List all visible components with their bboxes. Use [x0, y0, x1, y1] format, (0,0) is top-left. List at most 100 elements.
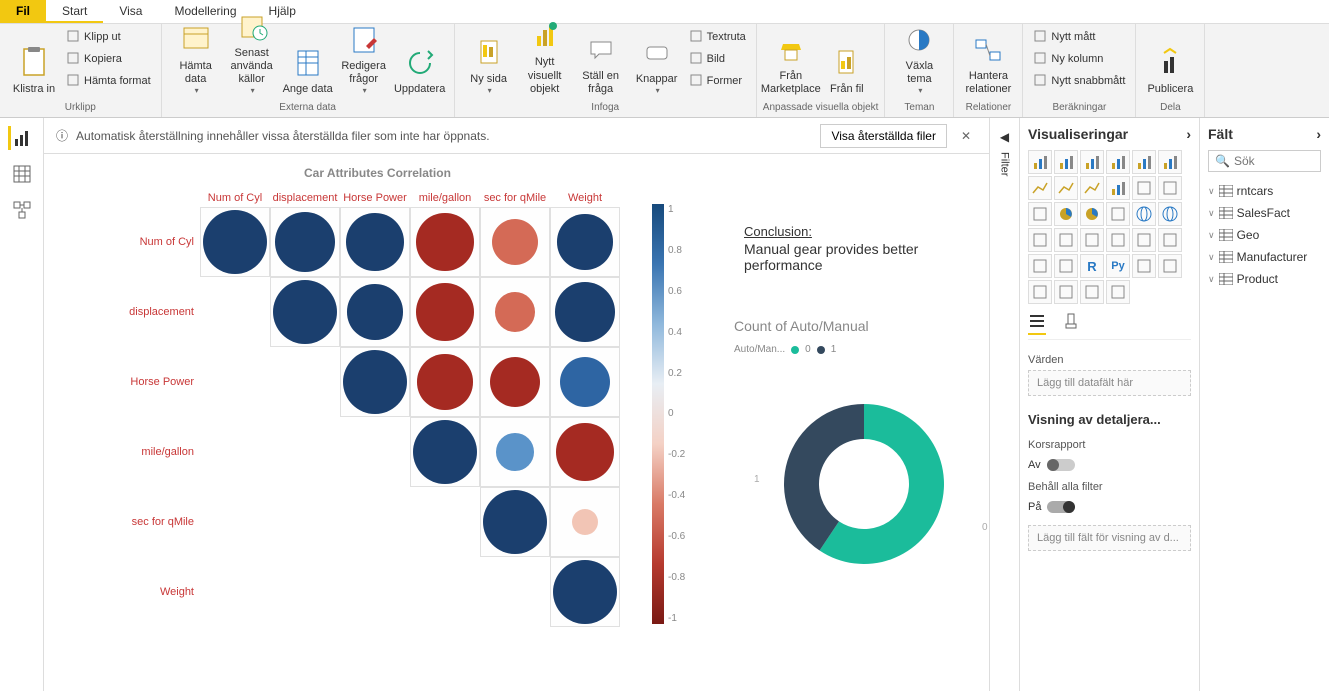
viz-type-pie[interactable]	[1054, 202, 1078, 226]
field-table-geo[interactable]: ∨Geo	[1208, 224, 1321, 246]
viz-type-qna[interactable]	[1028, 280, 1052, 304]
viz-type-waterfall[interactable]	[1158, 176, 1182, 200]
filter-pane-collapsed[interactable]: ◀ Filter	[989, 118, 1019, 691]
corr-cell[interactable]	[480, 207, 550, 277]
viz-type-bar-h[interactable]	[1054, 150, 1078, 174]
ribbon-button[interactable]: Hantera relationer	[960, 26, 1016, 98]
corr-cell[interactable]	[410, 347, 480, 417]
field-table-rntcars[interactable]: ∨rntcars	[1208, 180, 1321, 202]
viz-type-power-apps[interactable]	[1080, 280, 1104, 304]
viz-type-table[interactable]	[1028, 254, 1052, 278]
corr-cell[interactable]	[480, 417, 550, 487]
corr-cell[interactable]	[550, 557, 620, 627]
ribbon-button-small[interactable]: Hämta format	[62, 70, 155, 92]
corr-cell[interactable]	[550, 277, 620, 347]
viz-type-bar-stack[interactable]	[1106, 150, 1130, 174]
fields-search-input[interactable]	[1234, 154, 1314, 168]
viz-panel-collapse-icon[interactable]: ›	[1186, 126, 1191, 142]
viz-type-bar-group[interactable]	[1080, 150, 1104, 174]
corr-cell[interactable]	[480, 347, 550, 417]
viz-type-paginated[interactable]	[1054, 280, 1078, 304]
viz-type-card[interactable]	[1080, 228, 1104, 252]
fields-search-box[interactable]: 🔍	[1208, 150, 1321, 172]
ribbon-button[interactable]: Ställ en fråga	[573, 26, 629, 98]
ribbon-button-small[interactable]: Nytt snabbmått	[1029, 70, 1129, 92]
field-table-manufacturer[interactable]: ∨Manufacturer	[1208, 246, 1321, 268]
viz-type-custom[interactable]	[1106, 280, 1130, 304]
viz-type-ribbon-chart[interactable]	[1132, 176, 1156, 200]
corr-cell[interactable]	[550, 207, 620, 277]
show-restored-files-button[interactable]: Visa återställda filer	[820, 124, 947, 148]
viz-type-map-fill[interactable]	[1132, 202, 1156, 226]
corr-cell[interactable]	[550, 487, 620, 557]
ribbon-button[interactable]: Publicera	[1142, 26, 1198, 98]
corr-cell[interactable]	[410, 207, 480, 277]
viz-type-line[interactable]	[1028, 176, 1052, 200]
viz-type-slicer[interactable]	[1158, 228, 1182, 252]
viz-type-kpi[interactable]	[1132, 228, 1156, 252]
fields-tab-icon[interactable]	[1028, 312, 1046, 335]
report-canvas[interactable]: Car Attributes Correlation Num of Cyldis…	[44, 154, 989, 691]
corr-cell[interactable]	[270, 277, 340, 347]
corr-cell[interactable]	[410, 277, 480, 347]
ribbon-button-small[interactable]: Textruta	[685, 26, 750, 48]
viz-type-col-cluster[interactable]	[1158, 150, 1182, 174]
data-view-icon[interactable]	[10, 162, 34, 186]
corr-cell[interactable]	[340, 207, 410, 277]
viz-type-key-influencer[interactable]	[1132, 254, 1156, 278]
format-tab-icon[interactable]	[1062, 312, 1080, 335]
viz-type-decomposition[interactable]	[1158, 254, 1182, 278]
viz-type-bar-v[interactable]	[1028, 150, 1052, 174]
corr-cell[interactable]	[480, 277, 550, 347]
values-field-well[interactable]: Lägg till datafält här	[1028, 370, 1191, 396]
ribbon-button-small[interactable]: Ny kolumn	[1029, 48, 1129, 70]
viz-type-area-stack[interactable]	[1080, 176, 1104, 200]
viz-type-bar-100[interactable]	[1132, 150, 1156, 174]
corr-cell[interactable]	[200, 207, 270, 277]
corr-cell[interactable]	[340, 347, 410, 417]
viz-type-scatter[interactable]	[1028, 202, 1052, 226]
ribbon-button-small[interactable]: Nytt mått	[1029, 26, 1129, 48]
viz-type-globe[interactable]	[1158, 202, 1182, 226]
viz-type-py[interactable]: Py	[1106, 254, 1130, 278]
report-view-icon[interactable]	[8, 126, 32, 150]
ribbon-button[interactable]: Ange data	[280, 26, 336, 98]
cross-report-toggle[interactable]	[1047, 459, 1075, 471]
viz-type-gauge[interactable]	[1054, 228, 1078, 252]
ribbon-button[interactable]: Från Marketplace	[763, 26, 819, 98]
corr-cell[interactable]	[270, 207, 340, 277]
model-view-icon[interactable]	[10, 198, 34, 222]
ribbon-button[interactable]: Uppdatera	[392, 26, 448, 98]
filter-expand-icon[interactable]: ◀	[1000, 130, 1009, 144]
viz-type-matrix[interactable]	[1054, 254, 1078, 278]
fields-panel-collapse-icon[interactable]: ›	[1316, 126, 1321, 142]
correlation-matrix[interactable]: Num of CyldisplacementHorse Powermile/ga…	[120, 192, 620, 627]
ribbon-button[interactable]: Nytt visuellt objekt	[517, 26, 573, 98]
ribbon-button[interactable]: Från fil	[819, 26, 875, 98]
corr-cell[interactable]	[340, 277, 410, 347]
ribbon-button[interactable]: Senast använda källor▾	[224, 26, 280, 98]
field-table-product[interactable]: ∨Product	[1208, 268, 1321, 290]
viz-type-r[interactable]: R	[1080, 254, 1104, 278]
donut-chart[interactable]	[764, 394, 984, 597]
menu-tab-start[interactable]: Start	[46, 0, 103, 23]
viz-type-multi-card[interactable]	[1106, 228, 1130, 252]
viz-type-line-col[interactable]	[1106, 176, 1130, 200]
ribbon-button[interactable]: Hämta data▾	[168, 26, 224, 98]
corr-cell[interactable]	[550, 417, 620, 487]
ribbon-button[interactable]: Växla tema▾	[891, 26, 947, 98]
viz-type-donut[interactable]	[1080, 202, 1104, 226]
drill-field-well[interactable]: Lägg till fält för visning av d...	[1028, 525, 1191, 551]
corr-cell[interactable]	[550, 347, 620, 417]
ribbon-button[interactable]: Knappar▾	[629, 26, 685, 98]
viz-type-tree[interactable]	[1106, 202, 1130, 226]
conclusion-text-box[interactable]: Conclusion: Manual gear provides better …	[744, 224, 944, 273]
corr-cell[interactable]	[480, 487, 550, 557]
menu-tab-visa[interactable]: Visa	[103, 0, 158, 23]
ribbon-button-small[interactable]: Kopiera	[62, 48, 155, 70]
file-tab[interactable]: Fil	[0, 0, 46, 23]
ribbon-button[interactable]: Ny sida▾	[461, 26, 517, 98]
field-table-salesfact[interactable]: ∨SalesFact	[1208, 202, 1321, 224]
viz-type-area[interactable]	[1054, 176, 1078, 200]
ribbon-button[interactable]: Redigera frågor▾	[336, 26, 392, 98]
